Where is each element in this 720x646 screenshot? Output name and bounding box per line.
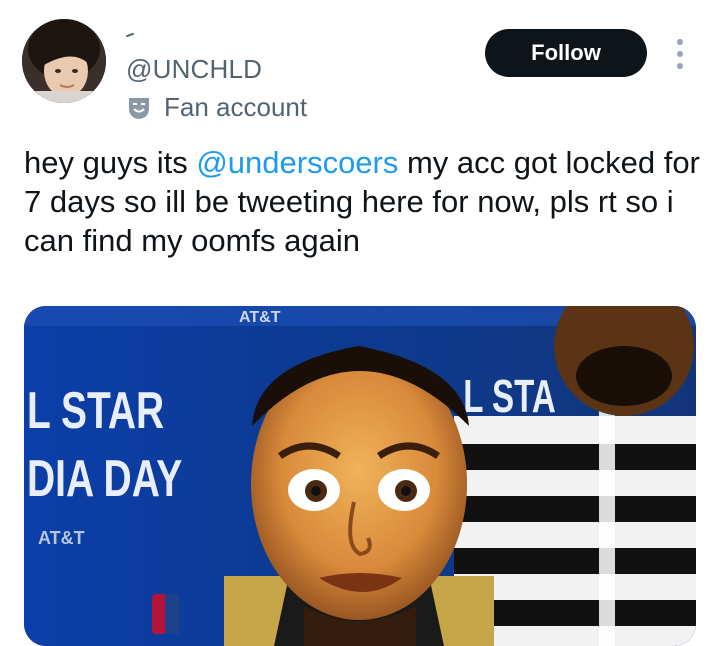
backdrop-sponsor: AT&T	[38, 528, 85, 548]
display-name-mark	[125, 32, 135, 38]
more-options-icon[interactable]	[668, 36, 692, 72]
tweet-media-image[interactable]: AT&T L STAR DIA DAY AT&T L STA	[24, 306, 696, 646]
backdrop-left-line1: L STAR	[27, 380, 164, 439]
media-illustration: AT&T L STAR DIA DAY AT&T L STA	[24, 306, 696, 646]
fan-account-label: Fan account	[164, 92, 308, 122]
avatar-photo	[22, 19, 106, 103]
backdrop-right-text: L STA	[463, 372, 556, 422]
backdrop-left-line2: DIA DAY	[27, 448, 182, 507]
more-dot	[677, 63, 683, 69]
tweet-text-start: hey guys its	[24, 145, 197, 180]
user-handle[interactable]: @UNCHLD	[126, 54, 262, 85]
backdrop-top-text: AT&T	[239, 309, 281, 326]
more-dot	[677, 39, 683, 45]
more-dot	[677, 51, 683, 57]
fan-account-mask-icon	[129, 97, 149, 119]
tweet-text: hey guys its @underscoers my acc got loc…	[24, 143, 704, 260]
avatar[interactable]	[22, 19, 106, 103]
fan-account-badge: Fan account	[126, 92, 307, 123]
mention-link[interactable]: @underscoers	[196, 145, 398, 180]
follow-button[interactable]: Follow	[485, 29, 647, 77]
